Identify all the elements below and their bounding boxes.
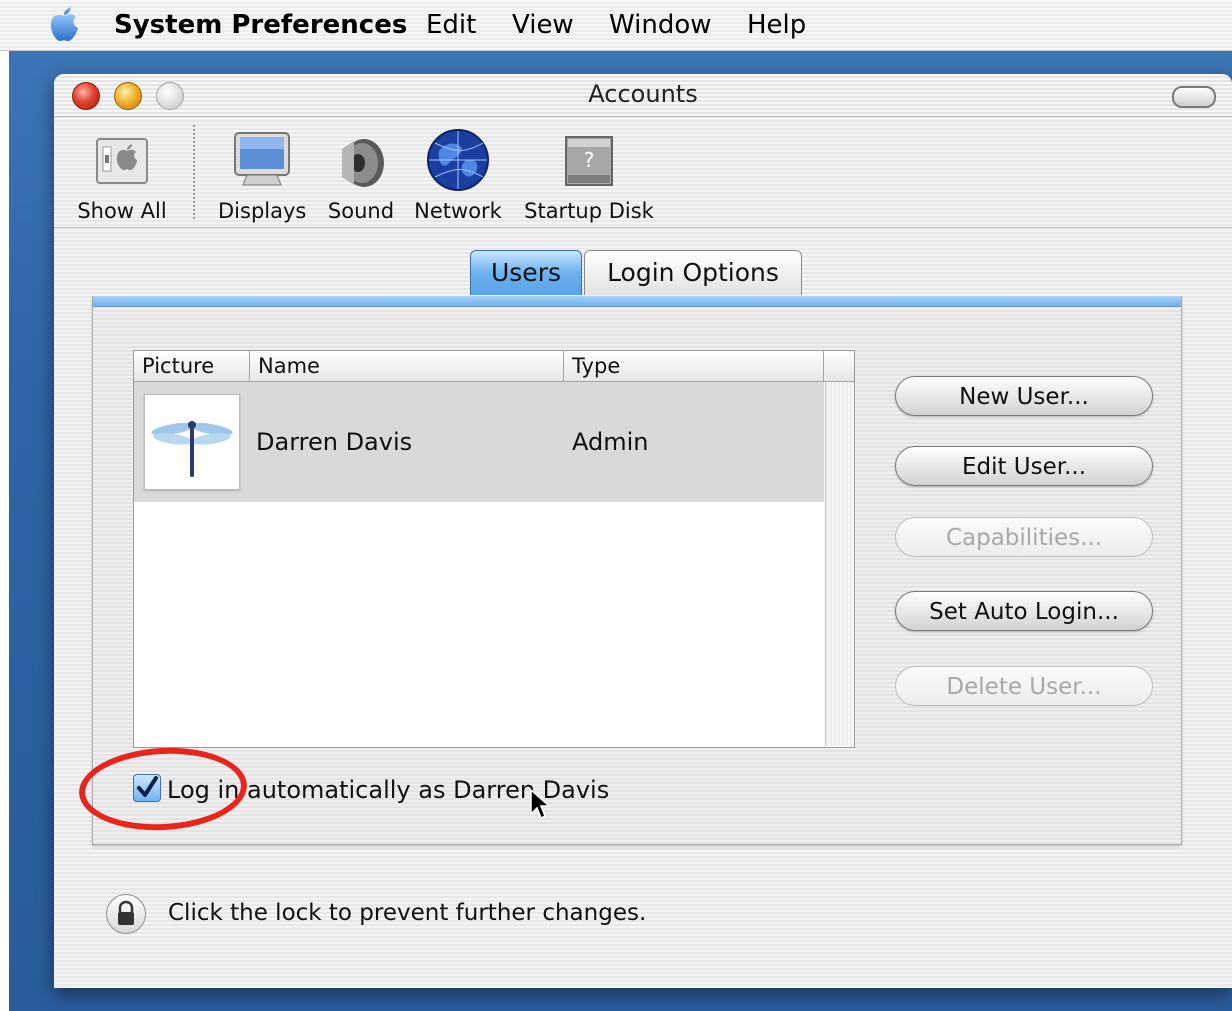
users-table[interactable]: Picture Name Type Darren Davis Admin bbox=[133, 350, 855, 748]
annotation-circle bbox=[76, 743, 250, 835]
dragonfly-icon bbox=[151, 421, 233, 477]
tab-users[interactable]: Users bbox=[470, 250, 582, 295]
mouse-cursor-icon bbox=[530, 788, 551, 820]
title-bar[interactable]: Accounts bbox=[54, 74, 1232, 117]
toolbar-displays[interactable]: Displays bbox=[218, 127, 306, 223]
lock-icon bbox=[118, 900, 134, 925]
hard-disk-icon: ? bbox=[565, 136, 613, 186]
menu-edit[interactable]: Edit bbox=[426, 10, 476, 40]
toolbar-label: Startup Disk bbox=[524, 199, 654, 223]
user-type: Admin bbox=[572, 428, 649, 456]
delete-user-button[interactable]: Delete User... bbox=[895, 666, 1153, 706]
column-header-name[interactable]: Name bbox=[250, 351, 564, 381]
table-row[interactable]: Darren Davis Admin bbox=[134, 382, 824, 502]
new-user-button[interactable]: New User... bbox=[895, 376, 1153, 416]
capabilities-button[interactable]: Capabilities... bbox=[895, 517, 1153, 557]
user-name: Darren Davis bbox=[256, 428, 413, 456]
toolbar-label: Displays bbox=[218, 199, 307, 223]
toolbar-separator bbox=[193, 125, 195, 219]
toolbar-label: Show All bbox=[77, 199, 167, 223]
toolbar-show-all[interactable]: Show All bbox=[76, 127, 168, 223]
tab-login-options[interactable]: Login Options bbox=[584, 250, 802, 295]
edit-user-button[interactable]: Edit User... bbox=[895, 446, 1153, 486]
apple-icon[interactable] bbox=[46, 6, 82, 44]
menu-help[interactable]: Help bbox=[747, 10, 806, 40]
show-all-icon bbox=[96, 138, 148, 184]
table-scrollbar[interactable] bbox=[825, 382, 854, 746]
lock-message: Click the lock to prevent further change… bbox=[168, 900, 647, 926]
speaker-icon bbox=[342, 139, 384, 187]
toolbar-sound[interactable]: Sound bbox=[324, 127, 398, 223]
toolbar: Show All Displays Sound Network ? Startu… bbox=[54, 117, 1232, 228]
column-header-picture[interactable]: Picture bbox=[134, 351, 250, 381]
accounts-window: Accounts Show All Displays Sound Network… bbox=[54, 74, 1232, 988]
menu-window[interactable]: Window bbox=[609, 10, 712, 40]
svg-text:?: ? bbox=[584, 148, 595, 172]
display-icon bbox=[234, 132, 290, 186]
menu-view[interactable]: View bbox=[512, 10, 574, 40]
menu-app-name[interactable]: System Preferences bbox=[114, 10, 407, 40]
window-title: Accounts bbox=[588, 80, 698, 108]
toolbar-toggle-button[interactable] bbox=[1172, 86, 1216, 108]
table-header: Picture Name Type bbox=[134, 351, 854, 382]
column-header-type[interactable]: Type bbox=[564, 351, 824, 381]
menu-bar: System Preferences Edit View Window Help bbox=[0, 0, 1232, 51]
users-panel: Picture Name Type Darren Davis Admin New… bbox=[76, 296, 1182, 845]
toolbar-label: Sound bbox=[327, 199, 395, 223]
user-picture bbox=[144, 394, 240, 490]
toolbar-label: Network bbox=[414, 199, 502, 223]
toolbar-network[interactable]: Network bbox=[412, 127, 504, 223]
lock-button[interactable] bbox=[106, 894, 146, 934]
toolbar-startup-disk[interactable]: ? Startup Disk bbox=[524, 127, 654, 223]
desktop-edge bbox=[0, 0, 9, 1011]
set-auto-login-button[interactable]: Set Auto Login... bbox=[895, 591, 1153, 631]
tab-panel-border bbox=[93, 296, 1181, 307]
globe-icon bbox=[427, 129, 489, 191]
